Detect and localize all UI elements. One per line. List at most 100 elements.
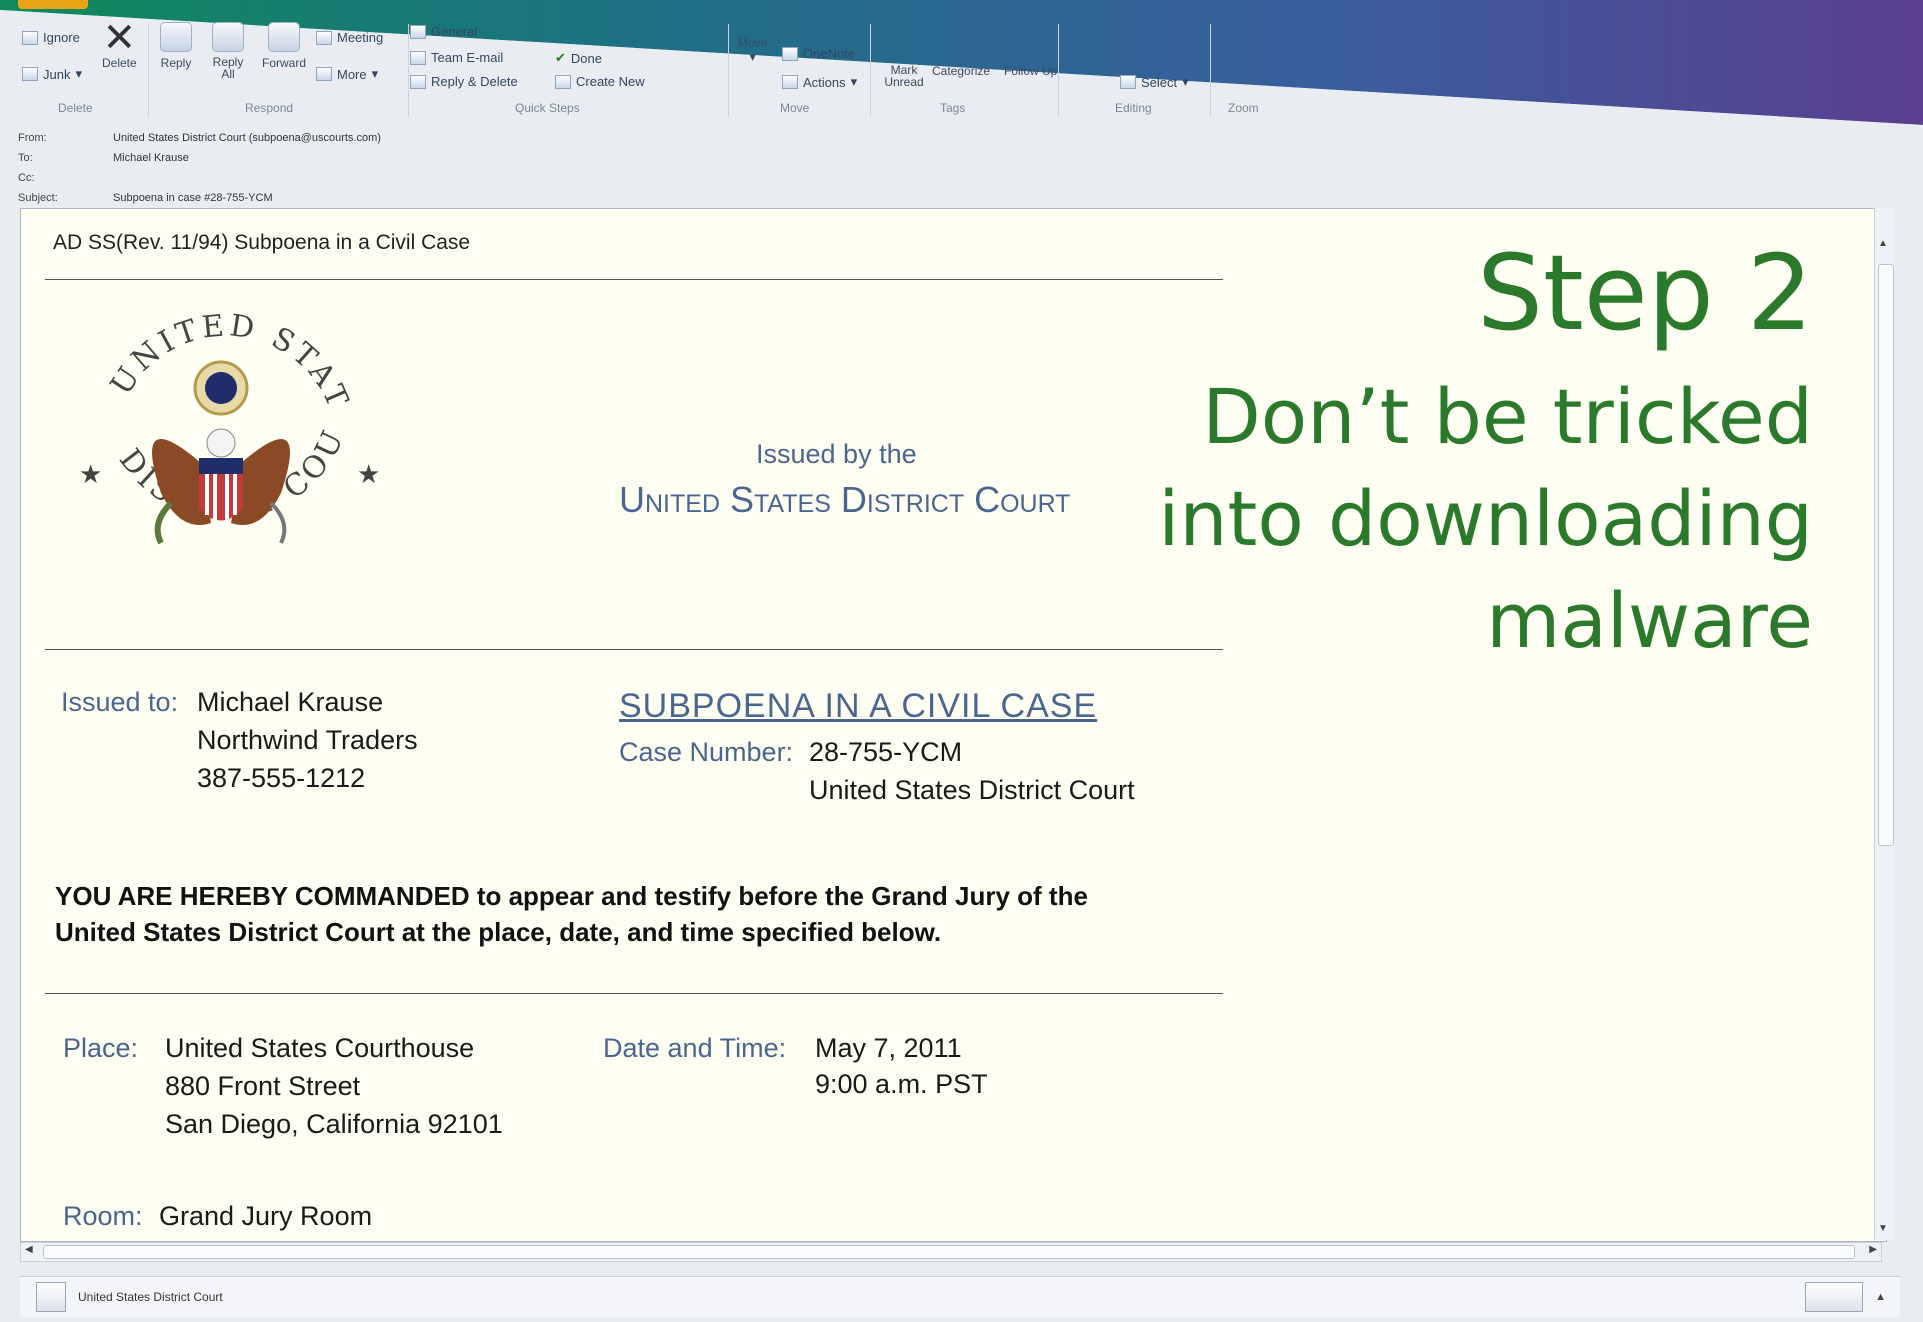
create-new-icon — [555, 74, 571, 89]
subject-label: Subject: — [18, 192, 58, 204]
quickstep-done[interactable]: ✔ Done — [555, 50, 602, 66]
meeting-icon — [316, 30, 332, 45]
checkmark-icon: ✔ — [555, 50, 566, 65]
command-text: to appear and testify before the Grand J… — [469, 881, 1088, 911]
forward-button[interactable]: Forward — [262, 22, 306, 70]
recipient-company: Northwind Traders — [197, 725, 418, 755]
people-pane-toggle-icon[interactable] — [1805, 1282, 1864, 1312]
tags-group-label: Tags — [940, 101, 966, 115]
more-button[interactable]: More ▾ — [316, 66, 378, 82]
categorize-button[interactable]: Categorize — [932, 64, 990, 78]
to-label: To: — [18, 152, 33, 164]
scroll-left-icon[interactable]: ◀ — [25, 1244, 33, 1255]
place-line-2: 880 Front Street — [165, 1071, 361, 1101]
move-group-label: Move — [780, 101, 810, 115]
junk-icon — [22, 67, 38, 81]
scroll-down-icon[interactable]: ▼ — [1878, 1223, 1888, 1234]
vertical-scroll-thumb[interactable] — [1878, 264, 1894, 846]
quickstep-general[interactable]: General — [410, 24, 477, 39]
divider — [45, 649, 1223, 650]
recipient-phone: 387-555-1212 — [197, 763, 366, 793]
more-icon — [316, 67, 332, 81]
room-label: Room: — [63, 1201, 143, 1231]
place-label: Place: — [63, 1033, 139, 1063]
zoom-group-label: Zoom — [1228, 101, 1259, 115]
select-icon — [1120, 75, 1136, 89]
quickstep-team-email[interactable]: Team E-mail — [410, 50, 503, 65]
scroll-right-icon[interactable]: ▶ — [1869, 1244, 1877, 1255]
people-pane: United States District Court ▲ — [20, 1276, 1900, 1317]
message-body: AD SS(Rev. 11/94) Subpoena in a Civil Ca… — [20, 208, 1887, 1242]
court-seal: UNITED STATES DISTRICT COURT ★ ★ — [61, 293, 380, 545]
reply-button[interactable]: Reply — [160, 22, 192, 70]
delete-button[interactable]: ✕ Delete — [102, 16, 137, 70]
quick-steps-label: Quick Steps — [515, 101, 580, 115]
quickstep-reply-delete[interactable]: Reply & Delete — [410, 74, 518, 89]
horizontal-scroll-thumb[interactable] — [43, 1245, 1855, 1259]
junk-button[interactable]: Junk ▾ — [22, 66, 82, 82]
onenote-button[interactable]: OneNote — [782, 46, 855, 61]
overlay-line-1: Don’t be tricked — [1202, 372, 1813, 461]
forward-icon — [268, 22, 300, 52]
overlay-line-2: into downloading — [1158, 474, 1813, 563]
case-number-label: Case Number: — [619, 737, 794, 767]
actions-button[interactable]: Actions ▾ — [782, 74, 857, 90]
star-icon: ★ — [79, 459, 102, 489]
subject-value: Subpoena in case #28-755-YCM — [113, 192, 273, 204]
team-email-icon — [410, 50, 426, 65]
message-headers: From: United States District Court (subpo… — [18, 128, 518, 208]
actions-icon — [782, 75, 798, 89]
command-emphasis: YOU ARE HEREBY COMMANDED — [55, 881, 470, 911]
reply-delete-icon — [410, 74, 426, 89]
editing-group-label: Editing — [1115, 101, 1152, 115]
follow-up-button[interactable]: Follow Up — [1004, 64, 1057, 78]
general-icon — [410, 24, 426, 39]
divider — [45, 993, 1223, 994]
command-paragraph-line-1: YOU ARE HEREBY COMMANDED to appear and t… — [55, 881, 1088, 912]
horizontal-scrollbar[interactable]: ◀ ▶ — [20, 1242, 1882, 1262]
time-value: 9:00 a.m. PST — [815, 1069, 988, 1099]
ribbon: Ignore Junk ▾ ✕ Delete Delete Reply Reply … — [10, 6, 1310, 118]
from-value[interactable]: United States District Court (subpoena@u… — [113, 132, 381, 144]
onenote-icon — [782, 46, 798, 61]
cc-label: Cc: — [18, 172, 35, 184]
quickstep-create-new[interactable]: Create New — [555, 74, 645, 89]
date-time-label: Date and Time: — [603, 1033, 787, 1063]
reply-all-icon — [212, 22, 244, 52]
date-value: May 7, 2011 — [815, 1033, 962, 1063]
ignore-button[interactable]: Ignore — [22, 30, 80, 45]
move-button[interactable]: Move ▾ — [738, 36, 767, 64]
mark-unread-button[interactable]: Mark Unread — [878, 64, 930, 88]
star-icon: ★ — [357, 459, 380, 489]
form-title: AD SS(Rev. 11/94) Subpoena in a Civil Ca… — [53, 231, 471, 254]
avatar[interactable] — [36, 1282, 66, 1312]
room-value: Grand Jury Room — [159, 1201, 373, 1231]
reply-icon — [160, 22, 192, 52]
respond-group-label: Respond — [245, 101, 294, 115]
expand-icon[interactable]: ▲ — [1875, 1291, 1886, 1303]
delete-icon: ✕ — [102, 16, 137, 60]
people-pane-sender[interactable]: United States District Court — [78, 1290, 223, 1304]
meeting-button[interactable]: Meeting — [316, 30, 383, 45]
reply-all-button[interactable]: Reply All — [208, 22, 248, 80]
place-line-1: United States Courthouse — [165, 1033, 475, 1063]
case-court-value: United States District Court — [809, 775, 1135, 805]
scroll-up-icon[interactable]: ▲ — [1878, 238, 1888, 249]
vertical-scrollbar[interactable]: ▲ ▼ — [1874, 208, 1895, 1240]
divider — [45, 279, 1223, 280]
step-heading: Step 2 — [1476, 232, 1813, 354]
command-paragraph-line-2: United States District Court at the plac… — [55, 917, 942, 947]
place-line-3: San Diego, California 92101 — [165, 1109, 503, 1139]
case-number-value: 28-755-YCM — [809, 737, 963, 767]
issued-by-label: Issued by the — [756, 439, 917, 469]
ignore-icon — [22, 30, 38, 45]
court-name-heading: United States District Court — [619, 479, 1071, 520]
select-button[interactable]: Select ▾ — [1120, 74, 1189, 90]
to-value[interactable]: Michael Krause — [113, 152, 189, 164]
subpoena-heading[interactable]: SUBPOENA IN A CIVIL CASE — [619, 687, 1097, 726]
recipient-name: Michael Krause — [197, 687, 384, 717]
overlay-line-3: malware — [1486, 576, 1813, 665]
issued-to-label: Issued to: — [61, 687, 179, 717]
delete-group-label: Delete — [58, 101, 93, 115]
from-label: From: — [18, 132, 47, 144]
